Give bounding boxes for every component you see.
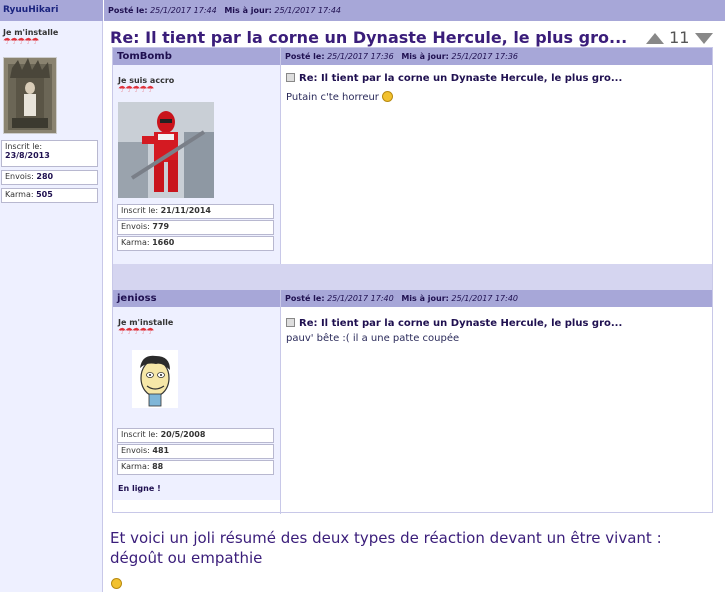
registered-value: 23/8/2013 [5,151,50,160]
quoted-author-status-2: Je m'installe [118,318,174,327]
quoted-author-karma-1: Karma: 1660 [117,236,274,251]
quoted-author-status-1: Je suis accro [118,76,175,85]
outer-author-registered: Inscrit le: 23/8/2013 [1,140,98,167]
registered-label: Inscrit le: [5,142,43,151]
quoted-author-name-1[interactable]: TomBomb [117,51,172,62]
outer-post-dates: Posté le: 25/1/2017 17:44 Mis à jour: 25… [108,6,341,15]
post-title: Re: Il tient par la corne un Dynaste Her… [110,28,628,47]
posts-label: Envois: [121,446,150,455]
quoted-author-karma-2: Karma: 88 [117,460,274,475]
quoted-author-registered-2: Inscrit le: 20/5/2008 [117,428,274,443]
quoted-author-name-2[interactable]: jenioss [117,293,157,304]
quoted-post-title-text-2: Re: Il tient par la corne un Dynaste Her… [299,318,623,329]
updated-value: 25/1/2017 17:44 [274,6,342,15]
karma-label: Karma: [121,462,150,471]
quoted-post-dates-2: Posté le: 25/1/2017 17:40 Mis à jour: 25… [285,294,518,303]
message-body: Et voici un joli résumé des deux types d… [110,529,662,567]
arrow-down-icon[interactable] [694,33,713,44]
updated-label: Mis à jour: [401,52,449,61]
quoted-post-dates-1: Posté le: 25/1/2017 17:36 Mis à jour: 25… [285,52,518,61]
post-pager: 11 [646,28,713,47]
registered-value: 21/11/2014 [160,206,211,215]
karma-value: 1660 [152,238,175,247]
cartoon-face-avatar-image [132,350,178,408]
posted-label: Posté le: [108,6,148,15]
quoted-post-body-text-1: Putain c'te horreur [286,92,379,103]
posts-label: Envois: [121,222,150,231]
document-icon [286,318,295,327]
quoted-post-title-2: Re: Il tient par la corne un Dynaste Her… [286,318,622,329]
quoted-author-rank-icons-1: ☂☂☂☂☂ [118,85,154,95]
ranger-avatar-image [118,102,214,198]
arrow-up-icon[interactable] [646,33,664,44]
posted-label: Posté le: [285,294,325,303]
posted-value: 25/1/2017 17:36 [327,52,394,61]
quoted-author-avatar-2[interactable] [132,350,178,408]
online-status: En ligne ! [118,484,161,493]
karma-label: Karma: [5,190,34,199]
throne-avatar-image [4,58,56,133]
document-icon [286,73,295,82]
updated-label: Mis à jour: [224,6,272,15]
quoted-post-title-1: Re: Il tient par la corne un Dynaste Her… [286,73,622,84]
quoted-author-rank-icons-2: ☂☂☂☂☂ [118,327,154,337]
karma-value: 505 [36,190,53,199]
outer-author-posts: Envois: 280 [1,170,98,185]
grin-smiley-icon [111,572,122,591]
eek-smiley-icon [382,91,394,102]
karma-label: Karma: [121,238,150,247]
registered-label: Inscrit le: [121,206,159,215]
quoted-post-body-1: Putain c'te horreur [286,91,394,103]
posts-value: 280 [36,172,54,181]
outer-author-rank-icons: ☂☂☂☂☂ [3,37,39,47]
posts-value: 481 [152,446,170,455]
posted-label: Posté le: [285,52,325,61]
quoted-post-body-2: pauv' bête :( il a une patte coupée [286,333,460,344]
quoted-posts-separator [113,264,712,290]
quoted-author-posts-2: Envois: 481 [117,444,274,459]
registered-value: 20/5/2008 [160,430,206,439]
quoted-post-title-text-1: Re: Il tient par la corne un Dynaste Her… [299,73,623,84]
outer-author-avatar[interactable] [3,57,57,134]
updated-value: 25/1/2017 17:40 [451,294,519,303]
posts-label: Envois: [5,172,34,181]
quoted-author-posts-1: Envois: 779 [117,220,274,235]
posted-value: 25/1/2017 17:40 [327,294,394,303]
outer-author-status: Je m'installe [3,28,59,37]
posts-value: 779 [152,222,170,231]
outer-author-karma: Karma: 505 [1,188,98,203]
updated-label: Mis à jour: [401,294,449,303]
karma-value: 88 [152,462,164,471]
quoted-author-avatar-1[interactable] [118,102,214,198]
post-number: 11 [669,28,690,47]
registered-label: Inscrit le: [121,430,159,439]
outer-author-name[interactable]: RyuuHikari [3,5,58,15]
updated-value: 25/1/2017 17:36 [451,52,519,61]
quoted-author-registered-1: Inscrit le: 21/11/2014 [117,204,274,219]
posted-value: 25/1/2017 17:44 [150,6,217,15]
